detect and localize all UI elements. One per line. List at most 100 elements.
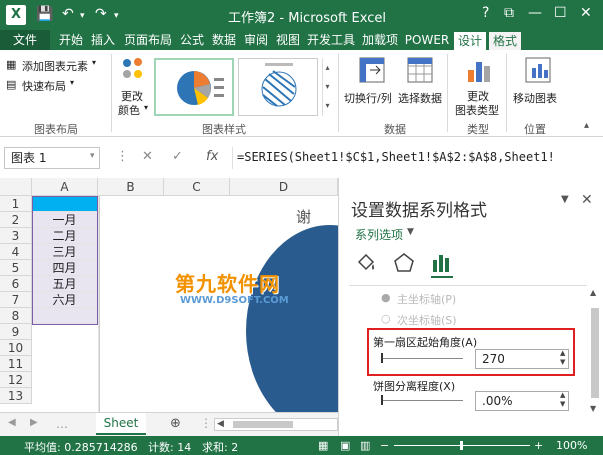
move-chart-button[interactable]: 移动图表: [513, 90, 557, 106]
close-button[interactable]: ✕: [580, 5, 592, 21]
row-header[interactable]: 4: [0, 244, 32, 260]
tab-view[interactable]: 视图: [273, 30, 303, 50]
scrollbar-thumb[interactable]: [591, 308, 599, 398]
row-header[interactable]: 3: [0, 228, 32, 244]
column-header-d[interactable]: D: [230, 178, 338, 196]
pie-explosion-slider[interactable]: [381, 400, 463, 401]
tab-data[interactable]: 数据: [209, 30, 239, 50]
undo-icon[interactable]: ↶: [62, 6, 74, 22]
insert-function-icon[interactable]: fx: [206, 149, 218, 164]
switch-row-column-icon[interactable]: [358, 56, 386, 84]
row-header[interactable]: 13: [0, 388, 32, 404]
name-box[interactable]: 图表 1: [4, 147, 100, 169]
fill-line-icon[interactable]: [355, 252, 377, 274]
redo-icon[interactable]: ↷: [95, 6, 107, 22]
tab-format[interactable]: 格式: [489, 32, 521, 50]
zoom-in-icon[interactable]: +: [534, 439, 543, 452]
spinner-icon[interactable]: ▲ ▼: [560, 391, 565, 409]
series-options-tab[interactable]: 系列选项: [355, 226, 403, 243]
row-header[interactable]: 5: [0, 260, 32, 276]
undo-dropdown-icon[interactable]: ▾: [80, 11, 85, 21]
row-header[interactable]: 12: [0, 372, 32, 388]
select-data-button[interactable]: 选择数据: [398, 90, 442, 106]
move-chart-icon[interactable]: [524, 56, 552, 84]
horizontal-scrollbar[interactable]: ◀: [214, 418, 338, 431]
spinner-icon[interactable]: ▲ ▼: [560, 349, 565, 367]
column-header-c[interactable]: C: [164, 178, 230, 196]
tab-formulas[interactable]: 公式: [177, 30, 207, 50]
scrollbar-thumb[interactable]: [233, 421, 293, 428]
pane-options-icon[interactable]: ▼: [561, 194, 569, 205]
tab-review[interactable]: 审阅: [241, 30, 271, 50]
change-colors-label-2[interactable]: 颜色: [118, 102, 140, 118]
tab-insert[interactable]: 插入: [88, 30, 118, 50]
row-header[interactable]: 7: [0, 292, 32, 308]
scroll-down-icon[interactable]: ▼: [590, 404, 596, 413]
save-icon[interactable]: 💾: [36, 6, 53, 22]
tab-design[interactable]: 设计: [454, 32, 486, 50]
name-box-dropdown-icon[interactable]: ▾: [90, 151, 95, 161]
row-header[interactable]: 6: [0, 276, 32, 292]
quick-layout-icon[interactable]: ▤: [6, 78, 16, 91]
change-chart-type-label-2[interactable]: 图表类型: [455, 102, 499, 118]
row-header[interactable]: 8: [0, 308, 32, 324]
first-slice-angle-input[interactable]: 270: [475, 349, 569, 369]
palette-icon[interactable]: [120, 56, 146, 82]
row-header[interactable]: 1: [0, 196, 32, 212]
normal-view-icon[interactable]: ▦: [318, 439, 328, 452]
select-all-corner[interactable]: [0, 178, 32, 196]
row-header[interactable]: 2: [0, 212, 32, 228]
collapse-ribbon-icon[interactable]: ▴: [584, 120, 589, 131]
secondary-axis-radio[interactable]: ○: [381, 312, 391, 325]
tab-home[interactable]: 开始: [56, 30, 86, 50]
pie-explosion-input[interactable]: .00%: [475, 391, 569, 411]
add-chart-element-button[interactable]: 添加图表元素: [22, 58, 88, 74]
change-chart-type-icon[interactable]: [466, 56, 492, 84]
zoom-level[interactable]: 100%: [556, 439, 587, 452]
row-header[interactable]: 10: [0, 340, 32, 356]
scroll-left-icon[interactable]: ◀: [8, 417, 16, 428]
column-header-b[interactable]: B: [98, 178, 164, 196]
chevron-down-icon[interactable]: ▼: [407, 227, 414, 237]
page-layout-view-icon[interactable]: ▣: [340, 439, 350, 452]
first-slice-angle-slider[interactable]: [381, 358, 463, 359]
enter-icon[interactable]: ✓: [172, 149, 183, 164]
primary-axis-radio[interactable]: ●: [381, 291, 391, 304]
tab-page-layout[interactable]: 页面布局: [121, 30, 175, 50]
pane-scrollbar[interactable]: ▲ ▼: [589, 288, 601, 418]
tab-developer[interactable]: 开发工具: [305, 30, 357, 50]
formula-input[interactable]: =SERIES(Sheet1!$C$1,Sheet1!$A$2:$A$8,She…: [232, 147, 598, 169]
slider-handle[interactable]: [381, 395, 383, 405]
select-data-icon[interactable]: [406, 56, 434, 84]
add-sheet-icon[interactable]: ⊕: [170, 416, 181, 431]
qat-customize-icon[interactable]: ▾: [114, 11, 119, 21]
scroll-left-icon[interactable]: ◀: [217, 419, 224, 429]
minimize-button[interactable]: —: [528, 5, 542, 21]
chart-style-2[interactable]: [238, 58, 318, 116]
tab-power[interactable]: POWER: [403, 30, 451, 50]
switch-row-column-button[interactable]: 切换行/列: [344, 90, 392, 106]
row-header[interactable]: 9: [0, 324, 32, 340]
chart-style-1[interactable]: [154, 58, 234, 116]
slider-handle[interactable]: [381, 353, 383, 363]
tab-file[interactable]: 文件: [0, 30, 50, 50]
effects-pentagon-icon[interactable]: [393, 252, 415, 274]
style-gallery-scroll[interactable]: ▴ ▾ ▾: [322, 58, 332, 116]
restore-button[interactable]: ☐: [554, 5, 567, 21]
scroll-right-icon[interactable]: ▶: [30, 417, 38, 428]
tab-addins[interactable]: 加载项: [359, 30, 401, 50]
row-header[interactable]: 11: [0, 356, 32, 372]
scroll-up-icon[interactable]: ▲: [590, 288, 596, 297]
quick-layout-button[interactable]: 快速布局: [22, 78, 66, 94]
add-chart-element-icon[interactable]: ▦: [6, 58, 16, 71]
column-header-a[interactable]: A: [32, 178, 98, 196]
ribbon-display-button[interactable]: ⧉: [504, 5, 514, 21]
series-options-bars-icon[interactable]: [431, 252, 453, 274]
zoom-out-icon[interactable]: −: [380, 439, 389, 452]
sheet-tab-sheet1[interactable]: Sheet: [96, 413, 146, 435]
cancel-icon[interactable]: ✕: [142, 149, 153, 164]
page-break-view-icon[interactable]: ▥: [360, 439, 370, 452]
zoom-slider-handle[interactable]: [460, 441, 463, 450]
help-button[interactable]: ?: [482, 5, 489, 21]
close-icon[interactable]: ✕: [581, 192, 593, 208]
